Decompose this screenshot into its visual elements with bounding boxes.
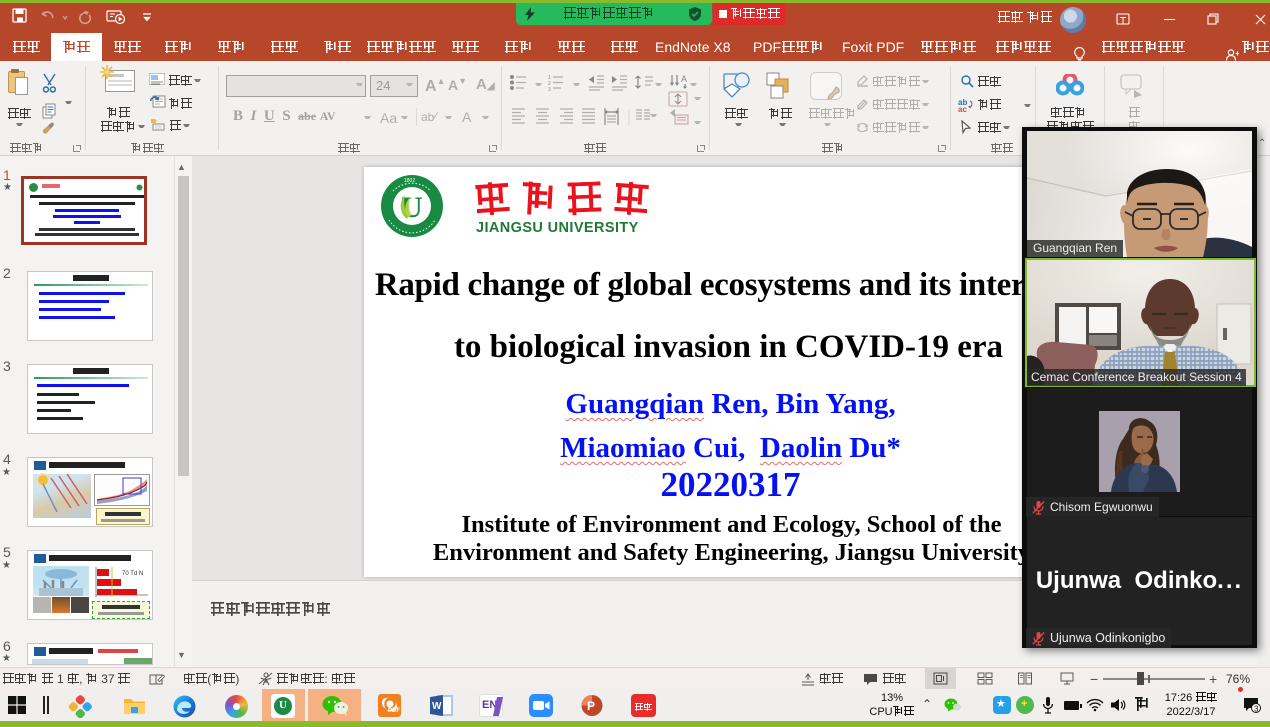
svg-text:W: W <box>432 701 442 712</box>
svg-text:A: A <box>681 74 687 84</box>
svg-text:3: 3 <box>548 87 551 92</box>
svg-text:ac: ac <box>958 105 967 112</box>
svg-text:P: P <box>587 699 595 713</box>
svg-text:3: 3 <box>1254 705 1259 714</box>
svg-text:70 Td N: 70 Td N <box>122 571 143 577</box>
